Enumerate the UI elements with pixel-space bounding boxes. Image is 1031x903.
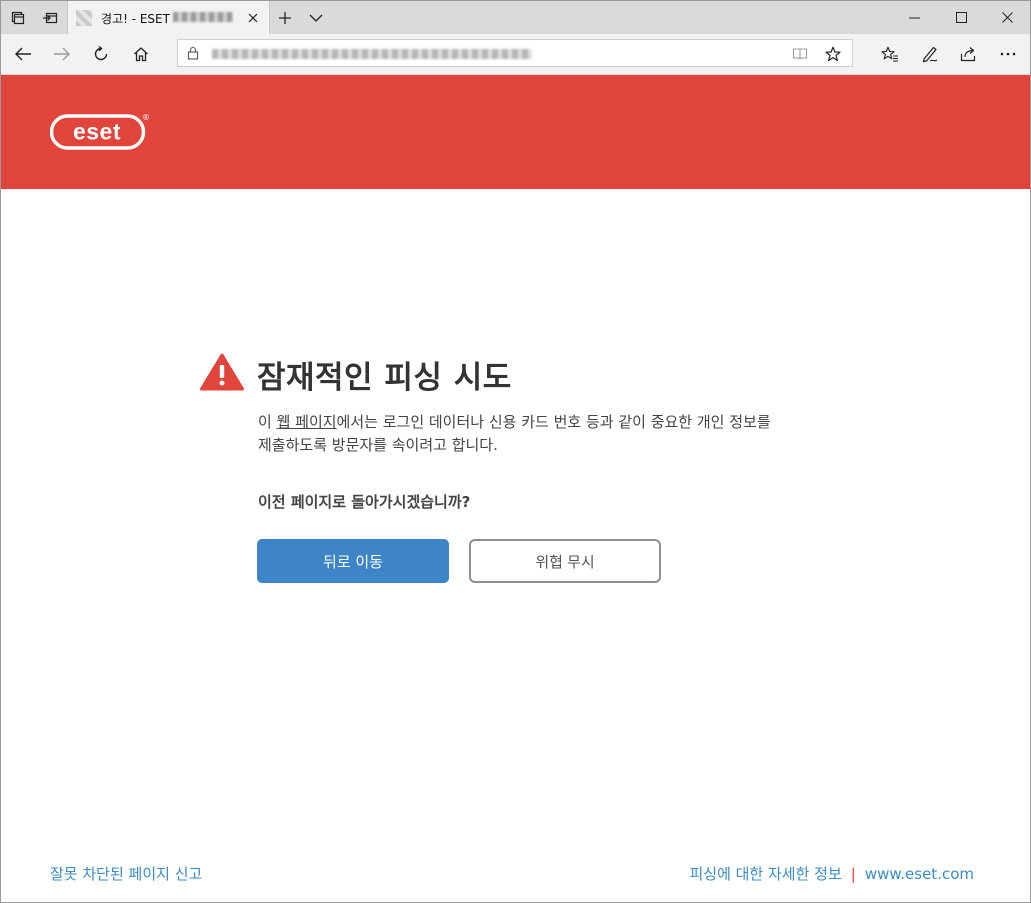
eset-header-banner: eset ® <box>1 75 1030 189</box>
eset-website-link[interactable]: www.eset.com <box>865 865 974 883</box>
browser-window: 경고! - ESET <box>0 0 1031 903</box>
web-page-link[interactable]: 웹 페이지 <box>277 413 337 431</box>
plus-icon[interactable] <box>272 5 298 31</box>
close-icon[interactable] <box>984 1 1030 34</box>
navigation-toolbar <box>1 34 1030 75</box>
warning-triangle-icon <box>200 353 244 391</box>
warning-description: 이 웹 페이지에서는 로그인 데이터나 신용 카드 번호 등과 같이 중요한 개… <box>258 411 858 457</box>
refresh-icon[interactable] <box>87 40 115 68</box>
site-favicon-icon <box>76 10 92 26</box>
footer-separator: | <box>851 865 856 883</box>
set-aside-tabs-icon[interactable] <box>37 5 63 31</box>
home-icon[interactable] <box>127 40 155 68</box>
back-arrow-icon[interactable] <box>9 40 37 68</box>
lock-icon <box>187 46 199 60</box>
warning-page: 잠재적인 피싱 시도 이 웹 페이지에서는 로그인 데이터나 신용 카드 번호 … <box>1 189 1030 902</box>
eset-logo: eset ® <box>50 114 146 150</box>
more-icon[interactable] <box>994 40 1022 68</box>
address-bar[interactable] <box>177 39 853 67</box>
go-back-button[interactable]: 뒤로 이동 <box>257 539 449 583</box>
tab-title-redacted <box>173 12 233 22</box>
tab-title: 경고! - ESET <box>101 10 170 27</box>
go-back-question: 이전 페이지로 돌아가시겠습니까? <box>258 491 470 512</box>
maximize-icon[interactable] <box>938 1 984 34</box>
ignore-threat-button[interactable]: 위협 무시 <box>469 539 661 583</box>
tab-actions-icon[interactable] <box>5 5 31 31</box>
phishing-info-link[interactable]: 피싱에 대한 자세한 정보 <box>689 863 841 884</box>
url-redacted <box>212 49 532 59</box>
pen-icon[interactable] <box>916 40 944 68</box>
favorites-icon[interactable] <box>876 40 904 68</box>
registered-mark: ® <box>142 114 150 122</box>
footer-links: 피싱에 대한 자세한 정보 | www.eset.com <box>689 863 974 884</box>
tab-active[interactable]: 경고! - ESET <box>67 1 270 34</box>
tab-bar: 경고! - ESET <box>1 1 1030 34</box>
chevron-down-icon[interactable] <box>303 5 329 31</box>
share-icon[interactable] <box>955 40 983 68</box>
desc-line2: 제출하도록 방문자를 속이려고 합니다. <box>258 436 498 454</box>
close-icon[interactable] <box>243 8 263 28</box>
book-icon[interactable] <box>789 43 811 65</box>
forward-arrow-icon[interactable] <box>48 40 76 68</box>
logo-text: eset <box>73 119 121 145</box>
desc-prefix: 이 <box>258 413 277 431</box>
warning-heading: 잠재적인 피싱 시도 <box>257 352 512 397</box>
desc-line1-rest: 에서는 로그인 데이터나 신용 카드 번호 등과 같이 중요한 개인 정보를 <box>337 413 771 431</box>
minimize-icon[interactable] <box>891 1 937 34</box>
star-icon[interactable] <box>822 43 844 65</box>
report-misblocked-link[interactable]: 잘못 차단된 페이지 신고 <box>50 863 202 884</box>
